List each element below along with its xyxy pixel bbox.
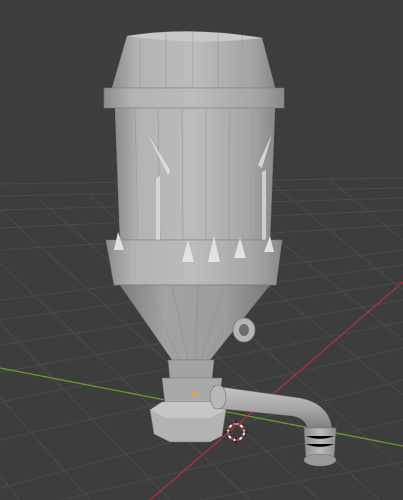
fin-right-vertical [262,170,266,246]
pipe-flange [209,384,227,410]
viewport-canvas[interactable] [0,0,403,500]
object-origin-icon[interactable] [191,390,197,396]
side-port-hole [239,324,249,336]
outlet-end [303,453,337,467]
hopper-neck [167,359,215,381]
silo-upper-rim [103,87,285,109]
silo-lower-band [105,239,283,286]
3d-viewport[interactable] [0,0,403,500]
outlet-elbow [303,427,337,459]
